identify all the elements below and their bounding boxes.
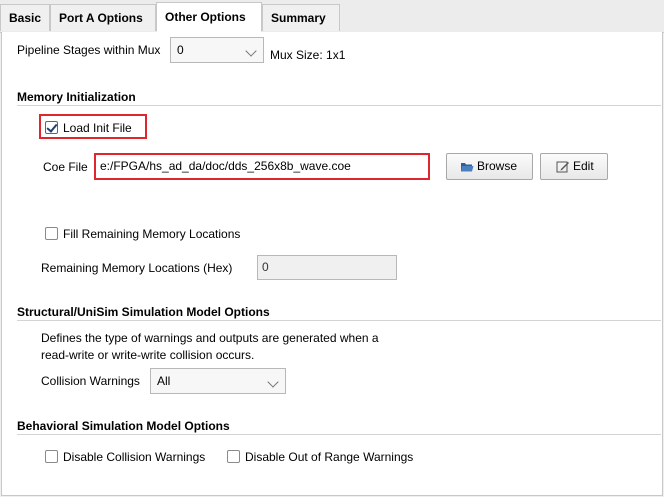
pipeline-stages-select[interactable]: 0 xyxy=(170,37,264,63)
fill-remaining-label: Fill Remaining Memory Locations xyxy=(63,227,241,241)
remaining-memory-input[interactable]: 0 xyxy=(257,255,397,280)
structural-divider xyxy=(17,320,661,321)
structural-desc-line1: Defines the type of warnings and outputs… xyxy=(41,331,379,345)
load-init-label: Load Init File xyxy=(63,121,132,135)
collision-warnings-label: Collision Warnings xyxy=(41,374,140,388)
tab-port-a-options[interactable]: Port A Options xyxy=(50,4,156,31)
options-panel: Pipeline Stages within Mux 0 Mux Size: 1… xyxy=(1,32,663,496)
chevron-down-icon xyxy=(267,376,279,388)
disable-range-label: Disable Out of Range Warnings xyxy=(245,450,414,464)
structural-desc-line2: read-write or write-write collision occu… xyxy=(41,348,255,362)
coe-file-label: Coe File xyxy=(43,160,88,174)
disable-range-checkbox[interactable] xyxy=(227,450,240,463)
collision-warnings-value: All xyxy=(157,374,171,388)
memory-init-divider xyxy=(17,105,661,106)
tab-summary[interactable]: Summary xyxy=(262,4,340,31)
disable-collision-checkbox[interactable] xyxy=(45,450,58,463)
check-icon xyxy=(46,121,58,133)
tab-other-options[interactable]: Other Options xyxy=(156,2,262,32)
tab-bar: Basic Port A Options Other Options Summa… xyxy=(0,0,664,33)
collision-warnings-select[interactable]: All xyxy=(150,368,286,394)
disable-collision-label: Disable Collision Warnings xyxy=(63,450,206,464)
mux-size-label: Mux Size: 1x1 xyxy=(270,48,346,62)
behavioral-title: Behavioral Simulation Model Options xyxy=(17,419,230,433)
memory-init-title: Memory Initialization xyxy=(17,90,136,104)
browse-label: Browse xyxy=(477,159,518,173)
structural-title: Structural/UniSim Simulation Model Optio… xyxy=(17,305,270,319)
browse-button[interactable]: Browse xyxy=(446,153,533,180)
edit-label: Edit xyxy=(573,159,594,173)
chevron-down-icon xyxy=(245,45,257,57)
edit-icon xyxy=(556,161,569,173)
load-init-checkbox[interactable] xyxy=(45,121,58,134)
pipeline-stages-value: 0 xyxy=(177,43,184,57)
remaining-memory-label: Remaining Memory Locations (Hex) xyxy=(41,261,233,275)
behavioral-divider xyxy=(17,434,661,435)
tab-basic[interactable]: Basic xyxy=(0,4,50,31)
edit-button[interactable]: Edit xyxy=(540,153,608,180)
fill-remaining-checkbox[interactable] xyxy=(45,227,58,240)
folder-icon xyxy=(461,163,474,172)
coe-file-input[interactable]: e:/FPGA/hs_ad_da/doc/dds_256x8b_wave.coe xyxy=(96,155,428,178)
pipeline-stages-label: Pipeline Stages within Mux xyxy=(17,43,161,57)
